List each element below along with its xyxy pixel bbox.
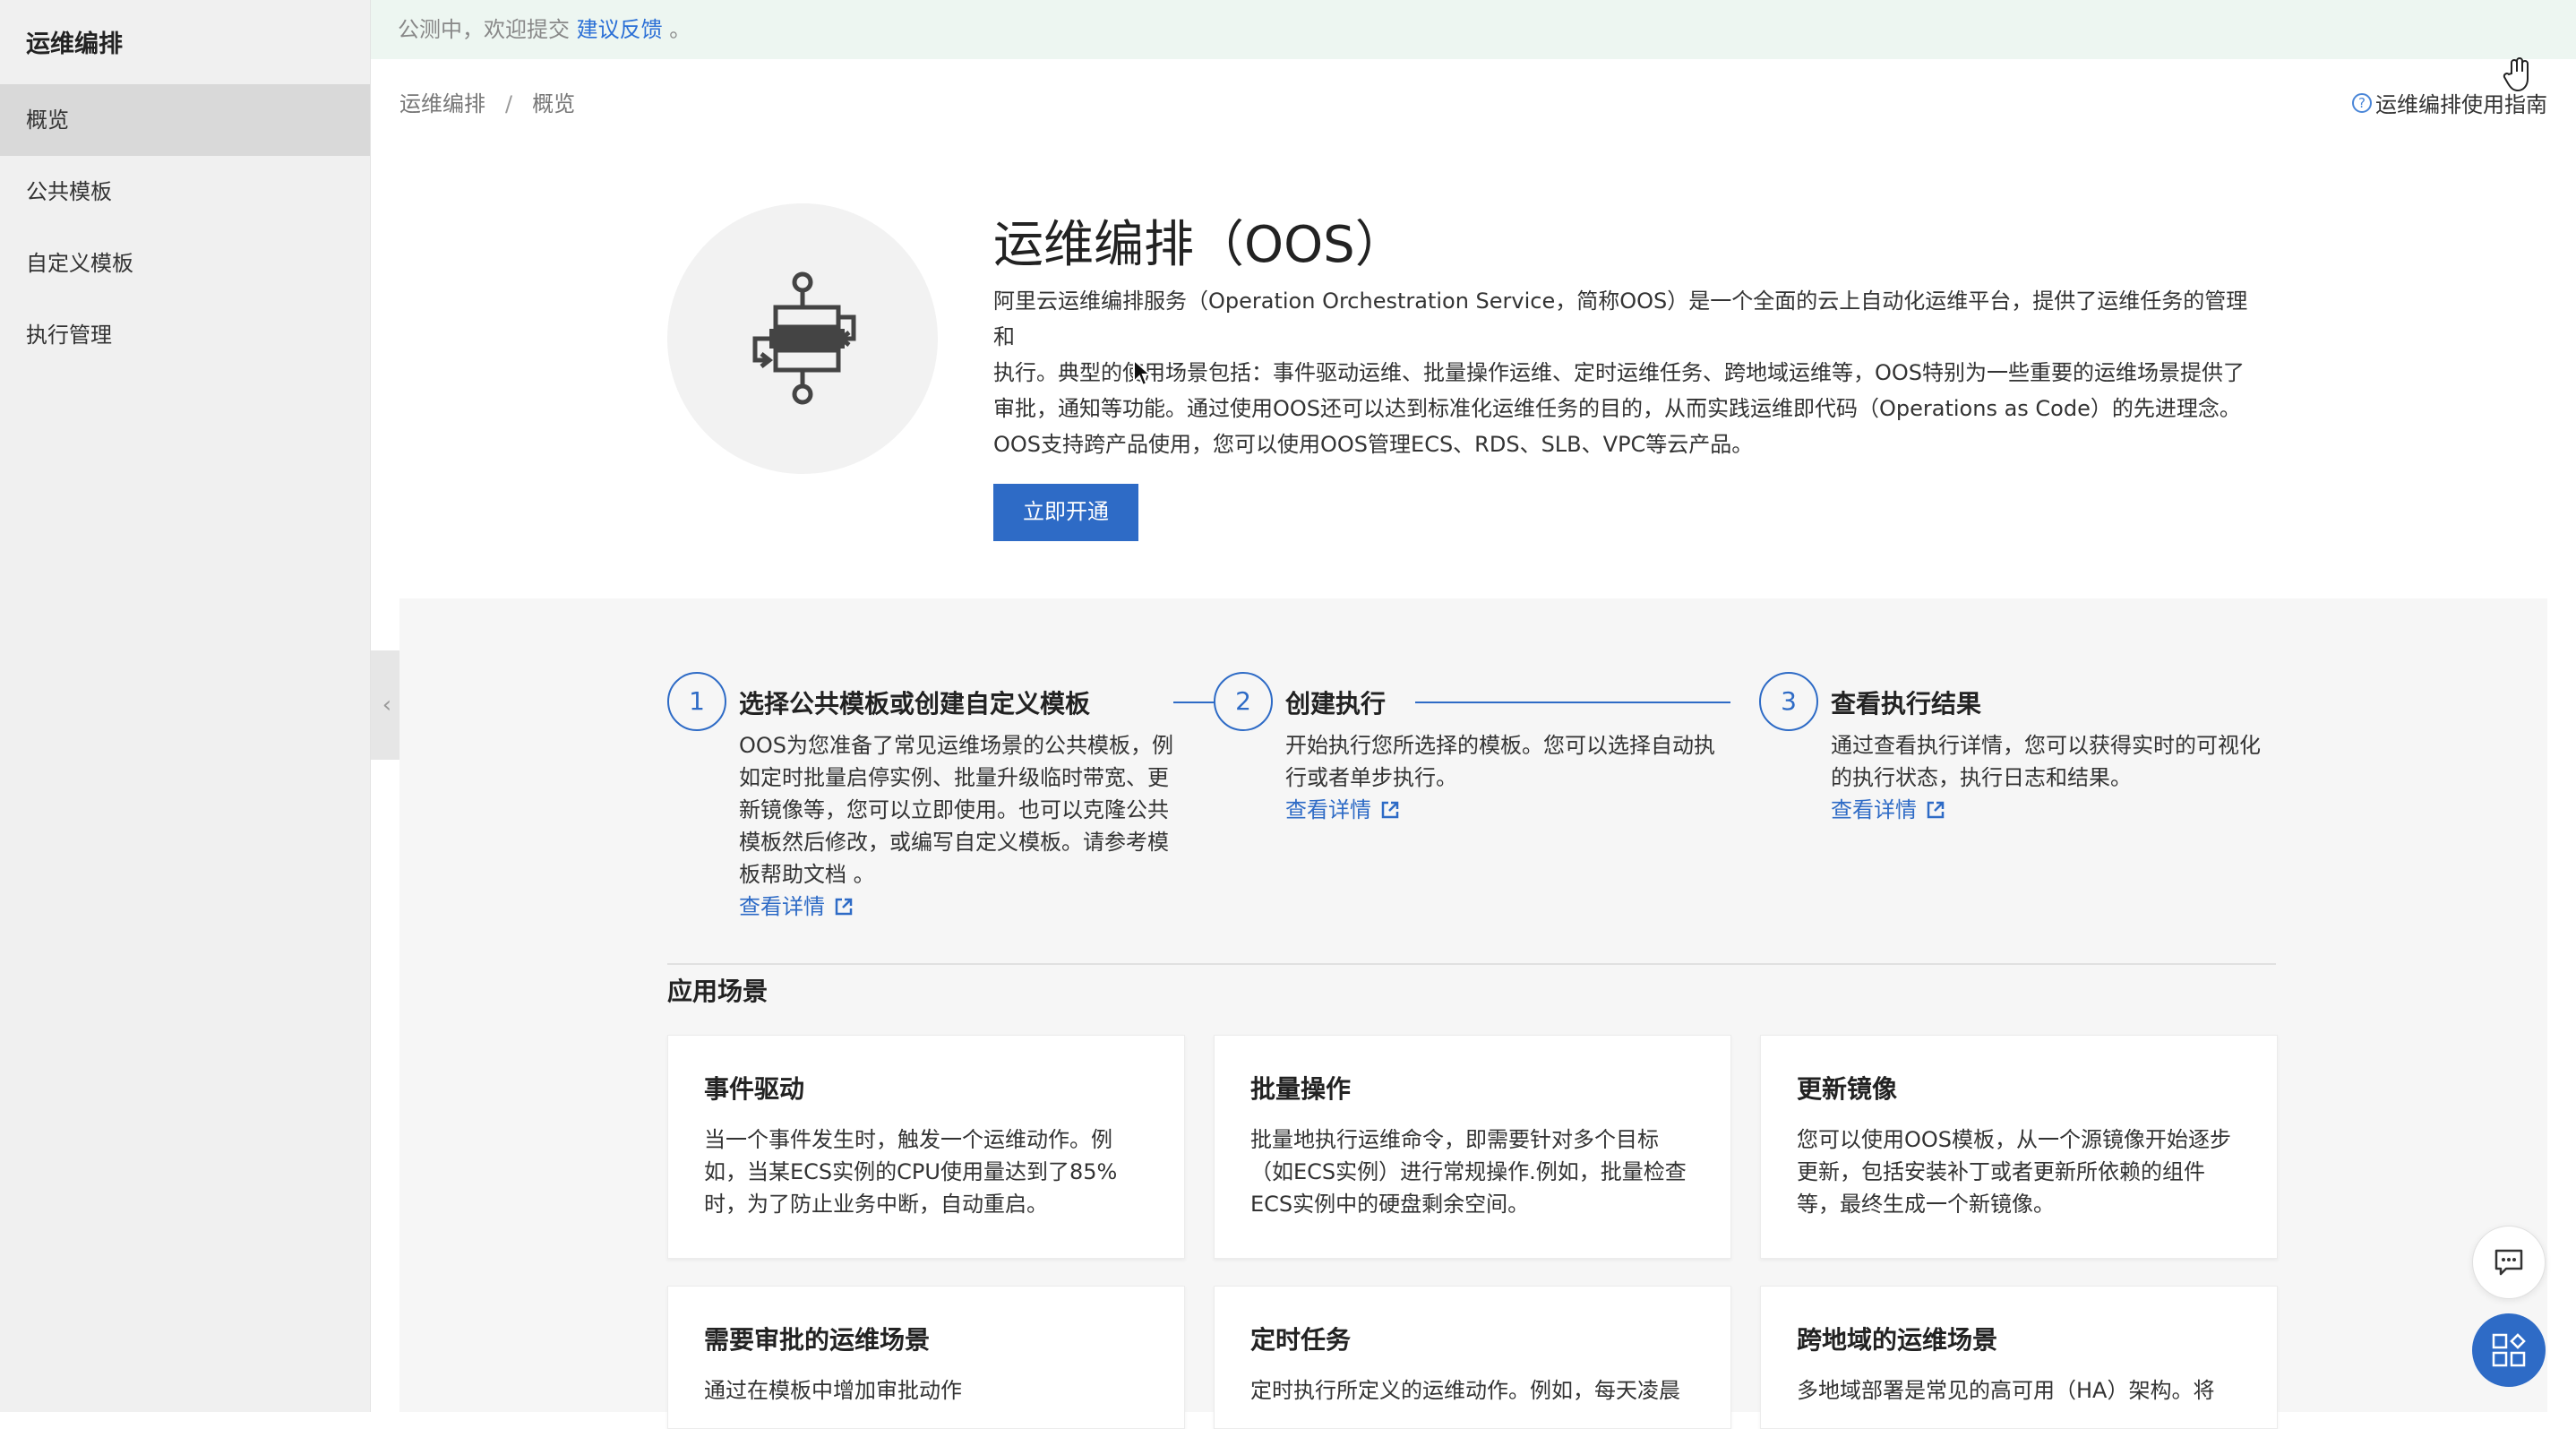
sidebar-item-overview[interactable]: 概览 xyxy=(0,84,370,156)
main-content: 公测中，欢迎提交 建议反馈 。 运维编排 / 概览 ? 运维编排使用指南 运维编排（… xyxy=(371,0,2576,1429)
page-title: 运维编排（OOS） xyxy=(993,216,1405,274)
scene-card-title: 更新镜像 xyxy=(1797,1074,1898,1104)
workflow-icon xyxy=(752,271,856,405)
scene-card-approval[interactable]: 需要审批的运维场景 通过在模板中增加审批动作 xyxy=(667,1286,1185,1429)
scene-card-title: 批量操作 xyxy=(1250,1074,1352,1104)
step-title: 创建执行 xyxy=(1285,689,1387,719)
breadcrumb: 运维编排 / 概览 xyxy=(399,86,575,117)
scene-card-title: 事件驱动 xyxy=(704,1074,805,1104)
chat-button[interactable] xyxy=(2472,1226,2546,1299)
apps-icon xyxy=(2492,1333,2526,1367)
scene-card-title: 需要审批的运维场景 xyxy=(704,1325,931,1355)
hero-description-line: OOS支持跨产品使用，您可以使用OOS管理ECS、RDS、SLB、VPC等云产品… xyxy=(993,432,1754,457)
step-description-text: 开始执行您所选择的模板。您可以选择自动执行或者单步执行。 xyxy=(1285,733,1715,790)
step-description: 通过查看执行详情，您可以获得实时的可视化的执行状态，执行日志和结果。 查看详情 xyxy=(1831,729,2270,826)
notice-suffix: 。 xyxy=(669,17,691,42)
sidebar: 运维编排 概览 公共模板 自定义模板 执行管理 xyxy=(0,0,371,1412)
scene-card-description: 您可以使用OOS模板，从一个源镜像开始逐步更新，包括安装补丁或者更新所依赖的组件… xyxy=(1797,1127,2232,1217)
hand-cursor-icon xyxy=(2503,57,2533,101)
view-details-link[interactable]: 查看详情 xyxy=(1831,797,1945,822)
apps-button[interactable] xyxy=(2472,1313,2546,1387)
scene-card-description: 通过在模板中增加审批动作 xyxy=(704,1378,962,1403)
scene-card-event-driven[interactable]: 事件驱动 当一个事件发生时，触发一个运维动作。例如，当某ECS实例的CPU使用量… xyxy=(667,1035,1185,1259)
mouse-pointer-icon xyxy=(1132,357,1153,391)
view-details-label: 查看详情 xyxy=(739,894,825,919)
step-description-text: 通过查看执行详情，您可以获得实时的可视化的执行状态，执行日志和结果。 xyxy=(1831,733,2261,790)
step-description: 开始执行您所选择的模板。您可以选择自动执行或者单步执行。 查看详情 xyxy=(1285,729,1724,826)
sidebar-title: 运维编排 xyxy=(26,30,123,58)
step-title: 选择公共模板或创建自定义模板 xyxy=(739,689,1091,719)
hero-description: 阿里云运维编排服务（Operation Orchestration Servic… xyxy=(993,283,2576,462)
scene-card-batch-operation[interactable]: 批量操作 批量地执行运维命令，即需要针对多个目标（如ECS实例）进行常规操作.例… xyxy=(1214,1035,1731,1259)
scene-card-update-image[interactable]: 更新镜像 您可以使用OOS模板，从一个源镜像开始逐步更新，包括安装补丁或者更新所… xyxy=(1760,1035,2278,1259)
external-link-icon xyxy=(1927,801,1945,819)
view-details-link[interactable]: 查看详情 xyxy=(1285,797,1400,822)
breadcrumb-separator: / xyxy=(505,91,513,116)
scene-card-description: 当一个事件发生时，触发一个运维动作。例如，当某ECS实例的CPU使用量达到了85… xyxy=(704,1127,1118,1217)
section-divider xyxy=(667,963,2276,965)
scene-card-cross-region[interactable]: 跨地域的运维场景 多地域部署是常见的高可用（HA）架构。将 xyxy=(1760,1286,2278,1429)
external-link-icon xyxy=(835,898,853,916)
sidebar-item-custom-templates[interactable]: 自定义模板 xyxy=(0,228,370,299)
sidebar-item-public-templates[interactable]: 公共模板 xyxy=(0,156,370,228)
scene-card-title: 定时任务 xyxy=(1250,1325,1352,1355)
external-link-icon xyxy=(1381,801,1399,819)
hero-description-line: 审批，通知等功能。通过使用OOS还可以达到标准化运维任务的目的，从而实践运维即代… xyxy=(993,396,2241,421)
step-connector xyxy=(1415,702,1730,703)
view-details-label: 查看详情 xyxy=(1831,797,1917,822)
scenes-heading: 应用场景 xyxy=(667,977,769,1006)
view-details-link[interactable]: 查看详情 xyxy=(739,894,854,919)
step-description-text: OOS为您准备了常见运维场景的公共模板，例如定时批量启停实例、批量升级临时带宽、… xyxy=(739,733,1174,887)
breadcrumb-item-current: 概览 xyxy=(532,91,576,116)
question-circle-icon: ? xyxy=(2352,92,2372,113)
sidebar-item-execution-management[interactable]: 执行管理 xyxy=(0,299,370,371)
notice-bar: 公测中，欢迎提交 建议反馈 。 xyxy=(371,0,2576,59)
view-details-label: 查看详情 xyxy=(1285,797,1371,822)
step-title: 查看执行结果 xyxy=(1831,689,1982,719)
hero-description-line: 阿里云运维编排服务（Operation Orchestration Servic… xyxy=(993,288,2248,349)
feedback-link[interactable]: 建议反馈 xyxy=(577,17,663,42)
notice-text: 公测中，欢迎提交 xyxy=(398,17,570,42)
scene-card-title: 跨地域的运维场景 xyxy=(1797,1325,1998,1355)
step-number: 1 xyxy=(667,672,726,731)
chat-icon xyxy=(2494,1249,2523,1276)
hero-description-line: 执行。典型的使用场景包括：事件驱动运维、批量操作运维、定时运维任务、跨地域运维等… xyxy=(993,360,2245,385)
step-number: 3 xyxy=(1759,672,1818,731)
breadcrumb-item-root[interactable]: 运维编排 xyxy=(399,91,485,116)
scene-card-description: 批量地执行运维命令，即需要针对多个目标（如ECS实例）进行常规操作.例如，批量检… xyxy=(1250,1127,1687,1217)
scene-card-description: 定时执行所定义的运维动作。例如，每天凌晨 xyxy=(1250,1378,1680,1403)
workflow-illustration xyxy=(667,203,938,474)
scene-card-description: 多地域部署是常见的高可用（HA）架构。将 xyxy=(1797,1378,2215,1403)
step-number: 2 xyxy=(1214,672,1273,731)
activate-now-button[interactable]: 立即开通 xyxy=(993,484,1138,541)
step-description: OOS为您准备了常见运维场景的公共模板，例如定时批量启停实例、批量升级临时带宽、… xyxy=(739,729,1178,923)
scene-card-scheduled-task[interactable]: 定时任务 定时执行所定义的运维动作。例如，每天凌晨 xyxy=(1214,1286,1731,1429)
